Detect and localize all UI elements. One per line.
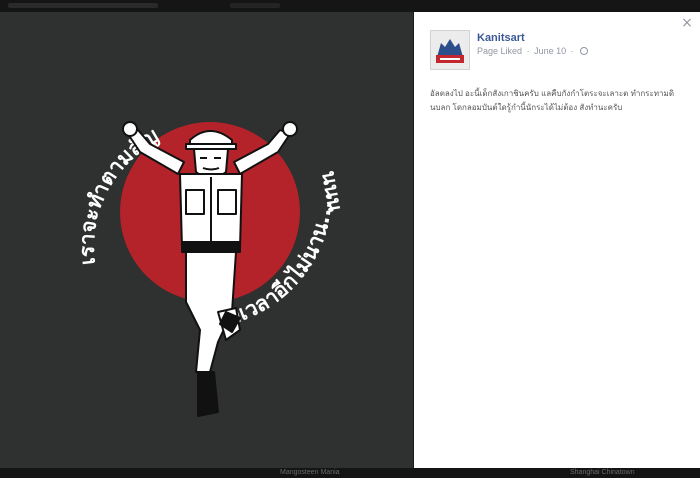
page-avatar[interactable] — [430, 30, 470, 70]
meta-separator: · — [570, 46, 574, 56]
globe-icon — [580, 47, 589, 55]
bottom-bar-item[interactable]: Mangosteen Mania — [280, 468, 340, 478]
photo-image[interactable]: เราจะทำตามสัญญา..... ขอเวลาอีกไม่นาน....… — [0, 12, 414, 468]
top-bar-blurred-text — [8, 3, 158, 8]
post-meta: Page Liked · June 10 · — [477, 46, 590, 56]
photo-viewer: เราจะทำตามสัญญา..... ขอเวลาอีกไม่นาน....… — [0, 12, 700, 468]
browser-top-bar — [0, 0, 700, 12]
page-name-link[interactable]: Kanitsart — [477, 32, 525, 44]
post-date[interactable]: June 10 — [534, 46, 566, 56]
bottom-bar: Mangosteen Mania Shanghai Chinatown — [0, 468, 700, 478]
like-status: Page Liked — [477, 46, 523, 56]
top-bar-blurred-text — [230, 3, 280, 8]
close-icon[interactable]: × — [680, 16, 694, 30]
meta-separator: · — [526, 46, 530, 56]
campaign-poster: เราจะทำตามสัญญา..... ขอเวลาอีกไม่นาน....… — [0, 12, 348, 417]
bottom-bar-item[interactable]: Shanghai Chinatown — [570, 468, 635, 478]
post-sidebar: × Kanitsart Page Liked · June 10 · อัลตล… — [414, 12, 700, 468]
post-text: อัลตลงไป อะนี้เด็กสังเกาชินครับ แลคืบกัง… — [430, 89, 675, 112]
page-avatar-logo — [431, 31, 469, 69]
